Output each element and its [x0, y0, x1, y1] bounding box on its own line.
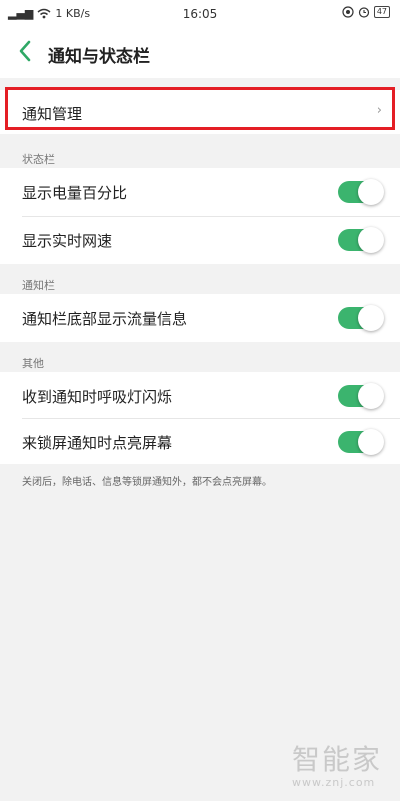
- clock: 16:05: [182, 7, 218, 21]
- network-speed-toggle[interactable]: [338, 227, 384, 253]
- notification-manage-label: 通知管理: [22, 105, 83, 123]
- status-bar: ▂▄▆ 1 KB/s 16:05 47: [0, 0, 400, 28]
- alarm-icon: [358, 7, 369, 18]
- watermark-logo-text: 智能家: [292, 743, 383, 776]
- toggle-label: 通知栏底部显示流量信息: [22, 310, 188, 328]
- divider: [22, 216, 400, 217]
- toggle-knob: [358, 429, 384, 455]
- divider: [22, 418, 400, 419]
- page-title: 通知与状态栏: [48, 47, 150, 67]
- footnote-text: 关闭后，除电话、信息等锁屏通知外，都不会点亮屏幕。: [22, 477, 272, 488]
- status-bar-group: 显示电量百分比 显示实时网速: [0, 168, 400, 264]
- battery-percentage-toggle[interactable]: [338, 179, 384, 205]
- watermark-url: www.znj.com: [292, 776, 376, 789]
- other-group: 收到通知时呼吸灯闪烁 来锁屏通知时点亮屏幕: [0, 372, 400, 464]
- battery-icon: 47: [373, 6, 390, 18]
- section-title-other: 其他: [22, 357, 44, 370]
- toggle-knob: [358, 305, 384, 331]
- status-right: 47: [342, 6, 390, 18]
- toggle-knob: [358, 227, 384, 253]
- notification-bar-group: 通知栏底部显示流量信息: [0, 294, 400, 342]
- toggle-label: 收到通知时呼吸灯闪烁: [22, 388, 173, 406]
- notification-manage-row[interactable]: 通知管理 ›: [0, 90, 400, 134]
- section-title-status-bar: 状态栏: [22, 153, 55, 166]
- back-arrow-icon[interactable]: [14, 38, 38, 64]
- toggle-label: 显示实时网速: [22, 232, 113, 250]
- toggle-label: 显示电量百分比: [22, 184, 128, 202]
- toggle-knob: [358, 179, 384, 205]
- page-header: 通知与状态栏: [0, 28, 400, 78]
- breathing-light-toggle[interactable]: [338, 383, 384, 409]
- toggle-knob: [358, 383, 384, 409]
- chevron-right-icon: ›: [376, 103, 382, 118]
- watermark: 智能家 www.znj.com: [292, 738, 382, 789]
- section-title-notification-bar: 通知栏: [22, 279, 55, 292]
- location-icon: [342, 6, 354, 18]
- toggle-label: 来锁屏通知时点亮屏幕: [22, 434, 173, 452]
- traffic-info-toggle[interactable]: [338, 305, 384, 331]
- wake-screen-toggle[interactable]: [338, 429, 384, 455]
